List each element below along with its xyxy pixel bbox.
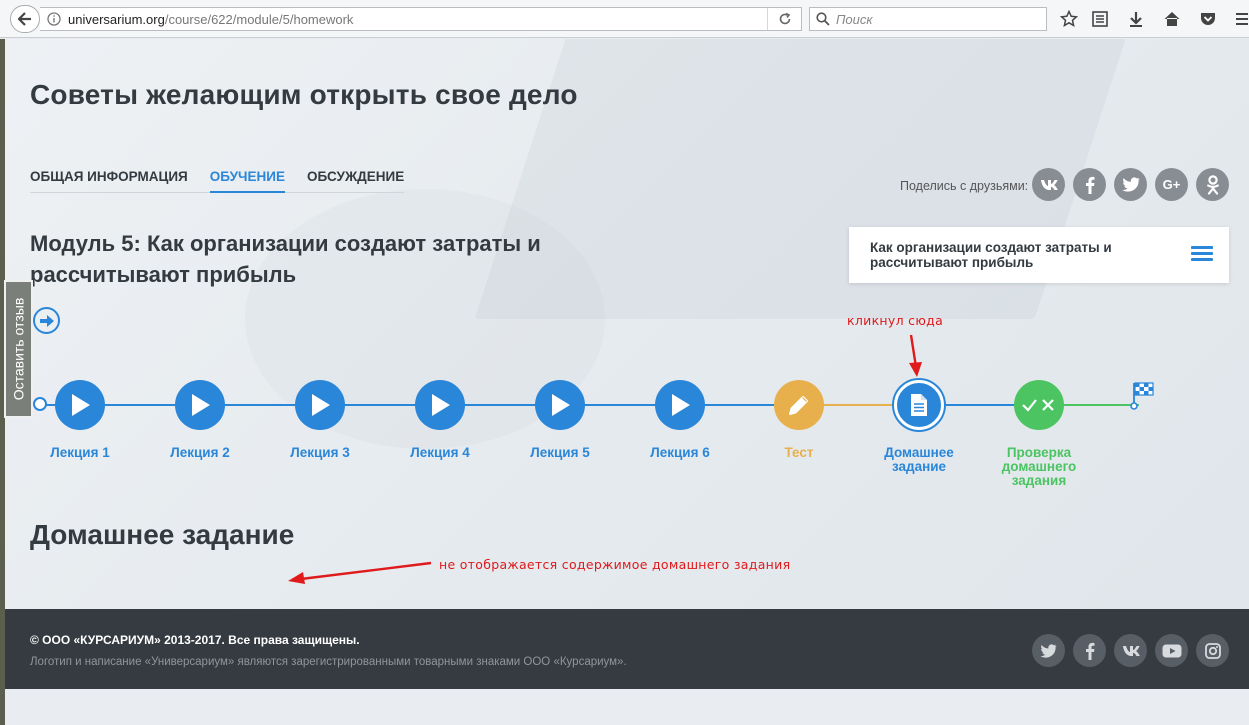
facebook-share-button[interactable] bbox=[1073, 168, 1106, 201]
vk-icon bbox=[1040, 179, 1058, 190]
play-icon bbox=[312, 394, 330, 416]
timeline-step-lecture-5[interactable] bbox=[535, 380, 585, 430]
footer-twitter-link[interactable] bbox=[1032, 634, 1065, 667]
hamburger-menu-icon[interactable] bbox=[1191, 246, 1213, 262]
timeline-label-lecture-4[interactable]: Лекция 4 bbox=[380, 446, 500, 460]
finish-flag-icon bbox=[1130, 382, 1154, 410]
url-path: /course/622/module/5/homework bbox=[164, 11, 354, 27]
twitter-icon bbox=[1040, 643, 1057, 658]
timeline-step-homework[interactable] bbox=[894, 380, 944, 430]
module-title: Модуль 5: Как организации создают затрат… bbox=[30, 231, 541, 287]
footer-instagram-link[interactable] bbox=[1196, 634, 1229, 667]
timeline-label-homework[interactable]: Домашнее задание bbox=[859, 446, 979, 474]
leave-feedback-tab[interactable]: Оставить отзыв bbox=[4, 280, 33, 418]
course-tabs: ОБЩАЯ ИНФОРМАЦИЯ ОБУЧЕНИЕ ОБСУЖДЕНИЕ bbox=[30, 169, 405, 193]
document-icon bbox=[911, 394, 927, 416]
timeline-label-test[interactable]: Тест bbox=[739, 446, 859, 460]
twitter-icon bbox=[1121, 177, 1139, 192]
timeline-step-test[interactable] bbox=[774, 380, 824, 430]
play-icon bbox=[552, 394, 570, 416]
footer-copyright: © ООО «КУРСАРИУМ» 2013-2017. Все права з… bbox=[30, 633, 360, 647]
odnoklassniki-share-button[interactable] bbox=[1196, 168, 1229, 201]
reload-icon[interactable] bbox=[767, 8, 801, 30]
timeline-label-lecture-1[interactable]: Лекция 1 bbox=[20, 446, 140, 460]
annotation-clicked-here: кликнул сюда bbox=[847, 313, 944, 328]
youtube-icon bbox=[1162, 644, 1181, 657]
address-bar[interactable]: universarium.org/course/622/module/5/hom… bbox=[40, 7, 802, 31]
tab-general-info[interactable]: ОБЩАЯ ИНФОРМАЦИЯ bbox=[30, 169, 188, 192]
check-cross-icon bbox=[1022, 399, 1054, 412]
timeline-label-lecture-5[interactable]: Лекция 5 bbox=[500, 446, 620, 460]
google-plus-share-button[interactable]: G+ bbox=[1155, 168, 1188, 201]
reading-list-icon[interactable] bbox=[1090, 9, 1110, 29]
site-info-icon[interactable] bbox=[40, 12, 68, 26]
module-card-title: Как организации создают затраты и рассчи… bbox=[870, 240, 1112, 270]
facebook-icon bbox=[1085, 176, 1094, 194]
footer-legal-text: Логотип и написание «Универсариум» являю… bbox=[30, 656, 627, 668]
timeline-label-homework-review[interactable]: Проверка домашнего задания bbox=[979, 446, 1099, 488]
play-icon bbox=[672, 394, 690, 416]
site-footer: © ООО «КУРСАРИУМ» 2013-2017. Все права з… bbox=[5, 609, 1249, 689]
footer-facebook-link[interactable] bbox=[1073, 634, 1106, 667]
vk-share-button[interactable] bbox=[1032, 168, 1065, 201]
timeline-step-homework-review[interactable] bbox=[1014, 380, 1064, 430]
back-arrow-icon bbox=[18, 12, 31, 26]
page-bottom-area bbox=[5, 689, 1249, 725]
page-title: Советы желающим открыть свое дело bbox=[30, 79, 578, 110]
search-icon bbox=[810, 12, 836, 26]
bookmark-star-icon[interactable] bbox=[1059, 9, 1079, 29]
play-icon bbox=[432, 394, 450, 416]
timeline-label-lecture-6[interactable]: Лекция 6 bbox=[620, 446, 740, 460]
tab-discussion[interactable]: ОБСУЖДЕНИЕ bbox=[307, 169, 404, 192]
share-label: Поделись с друзьями: bbox=[900, 179, 1029, 193]
timeline-step-lecture-3[interactable] bbox=[295, 380, 345, 430]
timeline-step-lecture-6[interactable] bbox=[655, 380, 705, 430]
google-plus-icon: G+ bbox=[1162, 177, 1181, 192]
play-icon bbox=[192, 394, 210, 416]
back-button[interactable] bbox=[10, 5, 40, 33]
play-icon bbox=[72, 394, 90, 416]
pencil-icon bbox=[789, 396, 808, 415]
timeline-step-lecture-1[interactable] bbox=[55, 380, 105, 430]
footer-youtube-link[interactable] bbox=[1155, 634, 1188, 667]
timeline-step-lecture-4[interactable] bbox=[415, 380, 465, 430]
arrow-right-icon bbox=[39, 314, 54, 327]
browser-toolbar: universarium.org/course/622/module/5/hom… bbox=[0, 0, 1249, 38]
search-placeholder: Поиск bbox=[836, 11, 873, 27]
instagram-icon bbox=[1204, 642, 1221, 659]
twitter-share-button[interactable] bbox=[1114, 168, 1147, 201]
download-icon[interactable] bbox=[1126, 9, 1146, 29]
annotation-homework-not-shown: не отображается содержимое домашнего зад… bbox=[439, 557, 791, 572]
facebook-icon bbox=[1085, 642, 1094, 660]
leave-feedback-label: Оставить отзыв bbox=[10, 297, 27, 401]
annotation-arrow-down bbox=[909, 334, 922, 377]
footer-vk-link[interactable] bbox=[1114, 634, 1147, 667]
search-input[interactable]: Поиск bbox=[809, 7, 1047, 31]
vk-icon bbox=[1122, 645, 1140, 656]
timeline-step-lecture-2[interactable] bbox=[175, 380, 225, 430]
module-selector-card[interactable]: Как организации создают затраты и рассчи… bbox=[849, 227, 1229, 283]
timeline-start-dot bbox=[33, 397, 47, 411]
home-icon[interactable] bbox=[1162, 9, 1182, 29]
pocket-icon[interactable] bbox=[1198, 9, 1218, 29]
odnoklassniki-icon bbox=[1206, 174, 1219, 195]
tab-learning[interactable]: ОБУЧЕНИЕ bbox=[209, 169, 285, 193]
next-arrow-button[interactable] bbox=[33, 307, 60, 334]
annotation-arrow-left bbox=[288, 561, 432, 584]
timeline-label-lecture-2[interactable]: Лекция 2 bbox=[140, 446, 260, 460]
url-host: universarium.org bbox=[68, 11, 165, 27]
menu-icon[interactable] bbox=[1233, 9, 1249, 29]
homework-section-title: Домашнее задание bbox=[30, 519, 295, 550]
timeline-label-lecture-3[interactable]: Лекция 3 bbox=[260, 446, 380, 460]
